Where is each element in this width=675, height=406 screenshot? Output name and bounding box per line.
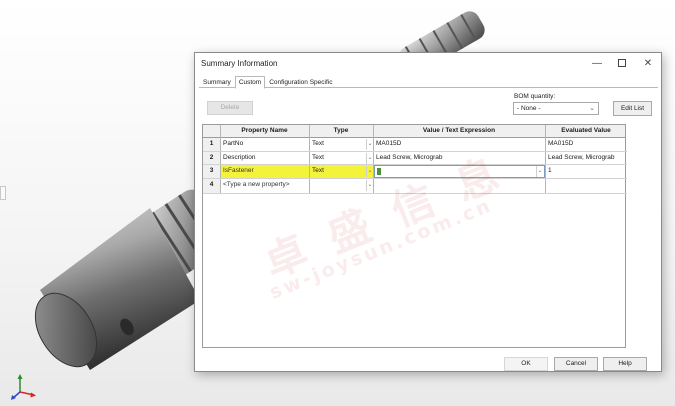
property-name-cell[interactable]: IsFastener [221, 165, 309, 178]
chevron-down-icon[interactable]: ⌄ [536, 166, 543, 177]
summary-information-dialog: Summary Information — ✕ Summary Custom C… [194, 52, 662, 372]
maximize-icon [618, 59, 626, 68]
value-cell[interactable]: MA015D [374, 138, 545, 151]
chevron-down-icon[interactable]: ⌄ [366, 166, 373, 177]
bom-quantity-label: BOM quantity: [514, 93, 556, 100]
tab-configuration-specific[interactable]: Configuration Specific [265, 76, 336, 88]
chevron-down-icon[interactable]: ⌄ [366, 139, 373, 150]
chevron-down-icon[interactable]: ⌄ [366, 180, 373, 191]
tab-bar: Summary Custom Configuration Specific [199, 76, 658, 89]
ok-button[interactable]: OK [504, 357, 548, 371]
grid-line [203, 164, 627, 165]
tab-summary[interactable]: Summary [199, 76, 235, 88]
delete-button[interactable]: Delete [207, 101, 253, 115]
header-property-name[interactable]: Property Name [220, 125, 309, 138]
new-property-cell[interactable]: <Type a new property> [221, 179, 309, 192]
close-button[interactable]: ✕ [637, 56, 659, 72]
chevron-down-icon: ⌄ [589, 105, 595, 112]
bom-quantity-select[interactable]: - None - ⌄ [513, 102, 599, 115]
custom-properties-grid: Property Name Type Value / Text Expressi… [202, 124, 627, 348]
axis-triad-icon [11, 374, 36, 400]
type-cell[interactable]: Text [310, 165, 366, 178]
minimize-button[interactable]: — [586, 56, 608, 72]
grid-line [220, 125, 221, 194]
header-value-expression[interactable]: Value / Text Expression [373, 125, 545, 138]
edit-list-button[interactable]: Edit List [613, 101, 652, 116]
tab-custom[interactable]: Custom [234, 76, 266, 89]
dialog-title: Summary Information [201, 59, 278, 68]
grid-line [203, 151, 627, 152]
grid-side-area [626, 124, 656, 348]
bom-quantity-value: - None - [517, 105, 541, 112]
evaluated-value-cell: 1 [548, 167, 552, 174]
grid-line [203, 193, 627, 194]
value-edit-field[interactable]: ⌄ [374, 165, 545, 178]
grid-line [309, 125, 310, 194]
header-evaluated-value[interactable]: Evaluated Value [545, 125, 627, 138]
grid-line [373, 125, 374, 194]
maximize-button[interactable] [611, 56, 633, 72]
help-button[interactable]: Help [603, 357, 647, 371]
text-cursor-selection [377, 168, 381, 175]
row-number[interactable]: 3 [203, 165, 220, 178]
dialog-titlebar[interactable]: Summary Information — ✕ [195, 53, 661, 75]
property-name-cell[interactable]: PartNo [221, 138, 309, 151]
grid-line [203, 178, 627, 179]
header-type[interactable]: Type [309, 125, 373, 138]
type-cell[interactable]: Text [310, 138, 366, 151]
row-number[interactable]: 4 [203, 179, 220, 192]
cancel-button[interactable]: Cancel [554, 357, 598, 371]
type-cell[interactable] [310, 179, 366, 192]
grid-line [545, 125, 546, 194]
evaluated-value-cell: MA015D [548, 140, 574, 147]
row-number[interactable]: 1 [203, 138, 220, 151]
chevron-down-icon[interactable]: ⌄ [366, 153, 373, 164]
panel-expand-handle[interactable] [0, 186, 6, 200]
